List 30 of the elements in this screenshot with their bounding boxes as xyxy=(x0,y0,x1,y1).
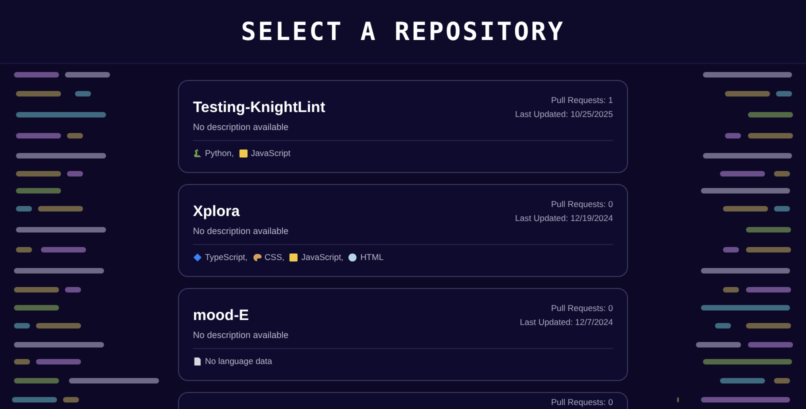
repository-name: mood-E xyxy=(193,307,249,324)
repository-card[interactable]: Testing-KnightLint Pull Requests: 1 Last Updated: 10/25/2025 No description available Python, JavaScript xyxy=(178,80,628,173)
circle-icon xyxy=(348,252,358,262)
language-label: HTML xyxy=(360,252,384,262)
repository-name: Xplora xyxy=(193,203,240,220)
last-updated-date: Last Updated: 10/25/2025 xyxy=(515,109,613,119)
square-icon xyxy=(289,252,298,262)
repository-card[interactable]: mood-E Pull Requests: 0 Last Updated: 12/7/2024 No description available No language data xyxy=(178,288,628,381)
pull-requests-count: Pull Requests: 0 xyxy=(551,303,613,313)
repository-card[interactable]: Pull Requests: 0 xyxy=(178,392,628,409)
language-label: TypeScript, xyxy=(205,252,248,262)
repository-description: No description available xyxy=(193,226,290,236)
page-title: SELECT A REPOSITORY xyxy=(241,17,565,46)
pull-requests-count: Pull Requests: 1 xyxy=(551,95,613,105)
language-label: JavaScript xyxy=(250,148,291,158)
document-icon xyxy=(193,356,202,366)
last-updated-date: Last Updated: 12/19/2024 xyxy=(515,213,613,223)
repository-description: No description available xyxy=(193,330,290,340)
pull-requests-count: Pull Requests: 0 xyxy=(551,199,613,209)
diamond-icon xyxy=(193,252,202,262)
language-label: JavaScript, xyxy=(301,252,344,262)
language-label: CSS, xyxy=(264,252,284,262)
pull-requests-count: Pull Requests: 0 xyxy=(551,397,613,407)
last-updated-date: Last Updated: 12/7/2024 xyxy=(520,317,613,327)
square-icon xyxy=(238,148,248,158)
language-label: Python, xyxy=(205,148,234,158)
language-label: No language data xyxy=(205,356,272,366)
repository-description: No description available xyxy=(193,122,290,132)
repository-card[interactable]: Xplora Pull Requests: 0 Last Updated: 12/19/2024 No description available TypeScript, CSS, JavaScript, HTML xyxy=(178,184,628,277)
repository-name: Testing-KnightLint xyxy=(193,99,326,116)
